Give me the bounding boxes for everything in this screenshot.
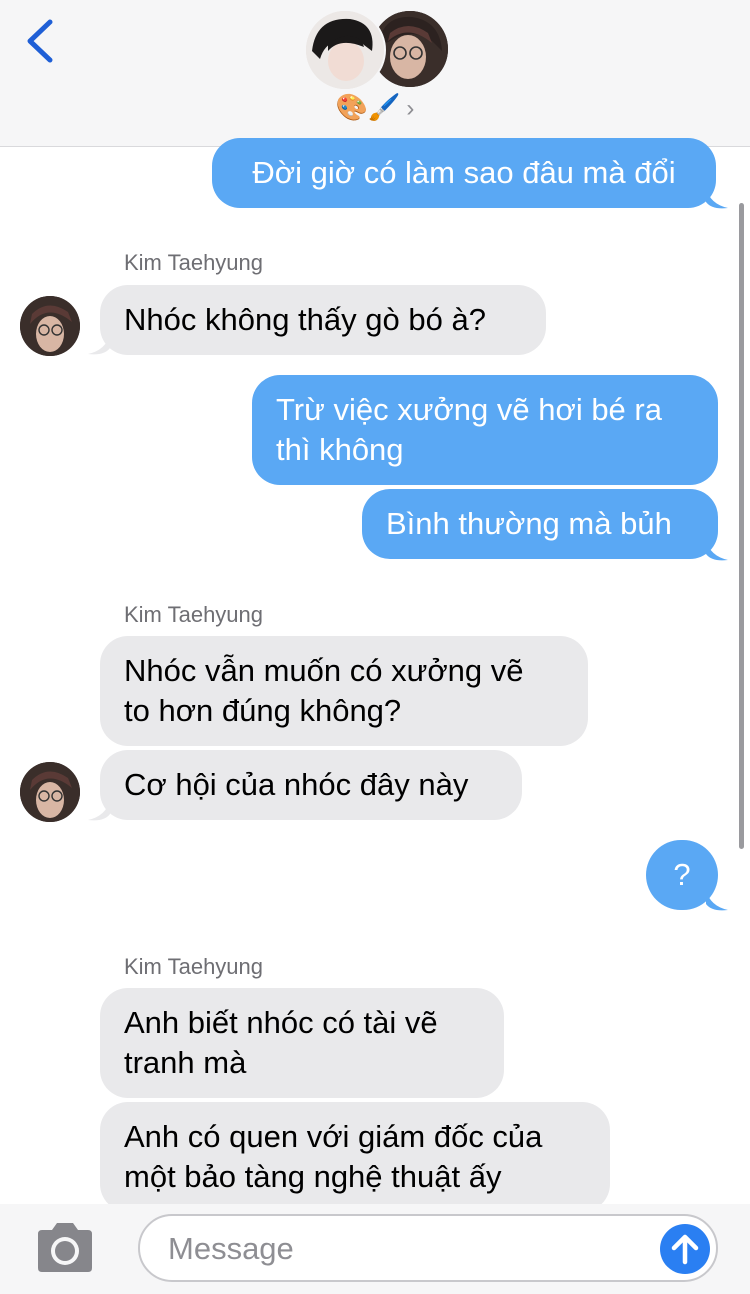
message-bubble-outgoing[interactable]: Đời giờ có làm sao đâu mà đổi xyxy=(212,138,716,208)
sender-name: Kim Taehyung xyxy=(124,250,264,275)
message-bubble-incoming[interactable]: Anh biết nhóc có tài vẽ tranh mà xyxy=(100,988,504,1098)
message-text: Cơ hội của nhóc đây này xyxy=(124,767,469,802)
send-arrow-icon xyxy=(671,1234,699,1265)
chevron-right-icon: › xyxy=(406,95,415,122)
message-bubble-incoming[interactable]: Anh có quen với giám đốc của một bảo tàn… xyxy=(100,1102,610,1212)
message-bubble-incoming[interactable]: Cơ hội của nhóc đây này xyxy=(100,750,522,820)
group-name-label: 🎨🖌️ xyxy=(335,92,401,122)
message-input[interactable] xyxy=(166,1228,650,1270)
sender-avatar[interactable] xyxy=(20,762,80,822)
message-text-line: tranh mà xyxy=(124,1045,247,1080)
bubble-tail xyxy=(88,334,110,355)
bubble-tail xyxy=(706,540,728,561)
conversation-header: 🎨🖌️ › xyxy=(0,0,750,147)
message-text-line: một bảo tàng nghệ thuật ấy xyxy=(124,1159,502,1194)
message-text-line: to hơn đúng không? xyxy=(124,693,402,728)
bubble-tail xyxy=(706,188,728,209)
message-text: ? xyxy=(673,857,691,892)
group-name[interactable]: 🎨🖌️ › xyxy=(0,92,750,123)
message-text: Nhóc không thấy gò bó à? xyxy=(124,302,486,337)
camera-icon[interactable] xyxy=(32,1220,98,1276)
message-bubble-outgoing[interactable]: Trừ việc xưởng vẽ hơi bé ra thì không xyxy=(252,375,718,485)
message-bubble-incoming[interactable]: Nhóc vẫn muốn có xưởng vẽ to hơn đúng kh… xyxy=(100,636,588,746)
message-text: Bình thường mà bủh xyxy=(386,506,672,541)
message-text-line: thì không xyxy=(276,432,404,467)
message-text-line: Trừ việc xưởng vẽ hơi bé ra xyxy=(276,392,662,427)
message-bubble-incoming[interactable]: Nhóc không thấy gò bó à? xyxy=(100,285,546,355)
message-text-line: Anh có quen với giám đốc của xyxy=(124,1119,543,1154)
sender-avatar[interactable] xyxy=(20,296,80,356)
sender-name: Kim Taehyung xyxy=(124,954,264,979)
send-button[interactable] xyxy=(660,1224,710,1274)
message-input-field[interactable] xyxy=(138,1214,718,1282)
bubble-tail xyxy=(88,800,110,821)
bubble-tail xyxy=(706,890,728,911)
message-text-line: Anh biết nhóc có tài vẽ xyxy=(124,1005,438,1040)
message-bubble-outgoing[interactable]: Bình thường mà bủh xyxy=(362,489,718,559)
message-text-line: Nhóc vẫn muốn có xưởng vẽ xyxy=(124,653,524,688)
scrollbar[interactable] xyxy=(739,203,744,849)
message-text: Đời giờ có làm sao đâu mà đổi xyxy=(252,155,676,190)
back-chevron-icon[interactable] xyxy=(22,18,62,64)
sender-name: Kim Taehyung xyxy=(124,602,264,627)
group-avatar-primary[interactable] xyxy=(304,9,386,91)
